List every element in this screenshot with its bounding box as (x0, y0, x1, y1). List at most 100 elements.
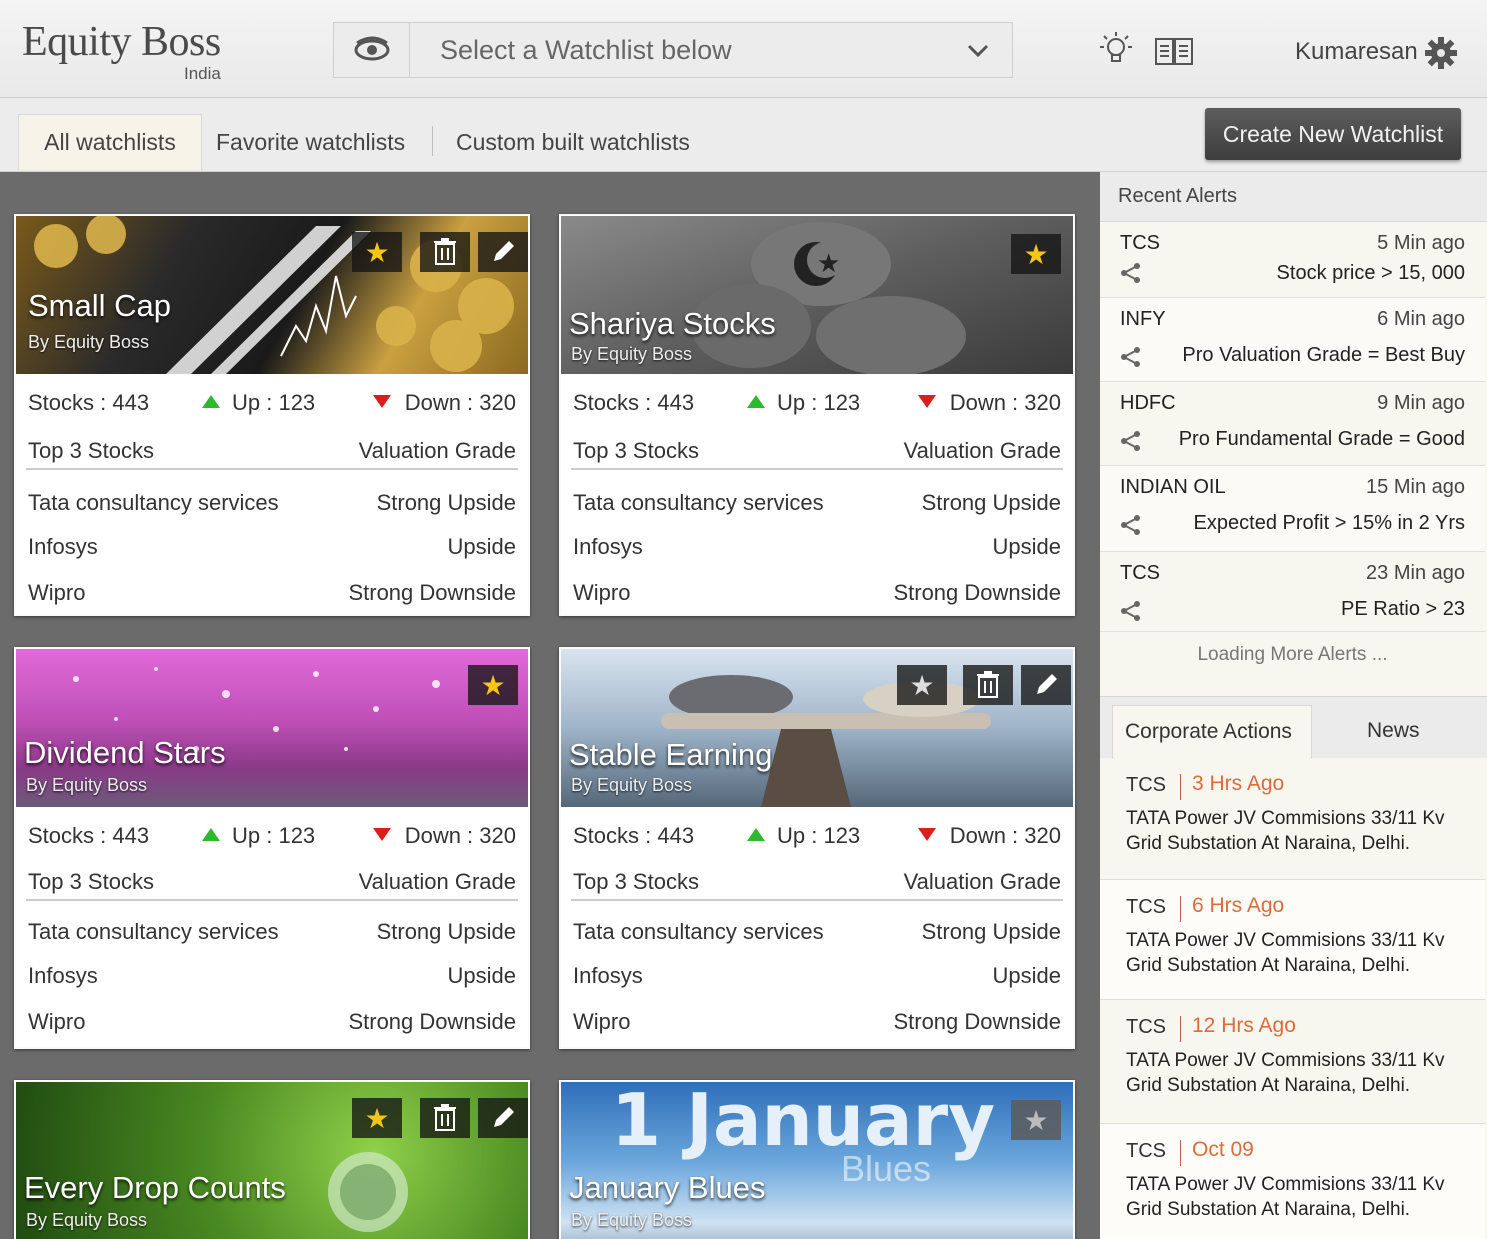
watchlist-card-small-cap[interactable]: Small Cap By Equity Boss ★ Stocks : 443 … (14, 214, 530, 616)
card-stats: Stocks : 443 Up : 123 Down : 320 (28, 823, 516, 849)
card-banner: Dividend Stars By Equity Boss ★ (16, 649, 528, 807)
divider (1180, 1140, 1181, 1166)
news-item[interactable]: TCS Oct 09 TATA Power JV Commisions 33/1… (1100, 1124, 1485, 1239)
table-row[interactable]: Wipro Strong Downside (28, 1009, 516, 1035)
down-count: Down : 320 (917, 390, 1061, 416)
tab-all-watchlists[interactable]: All watchlists (18, 114, 202, 170)
tab-corporate-actions[interactable]: Corporate Actions (1112, 705, 1312, 759)
star-icon[interactable]: ★ (897, 665, 947, 705)
app-logo[interactable]: Equity Boss (22, 18, 221, 66)
card-table-header: Top 3 Stocks Valuation Grade (28, 869, 516, 894)
share-icon[interactable] (1120, 430, 1142, 457)
pencil-icon[interactable] (478, 232, 528, 272)
tab-divider (432, 126, 433, 156)
banner-sub-text: Blues (841, 1148, 932, 1189)
down-count: Down : 320 (917, 823, 1061, 849)
trash-icon[interactable] (420, 232, 470, 272)
table-row[interactable]: Infosys Upside (573, 534, 1061, 560)
table-row[interactable]: Tata consultancy services Strong Upside (573, 919, 1061, 945)
star-icon[interactable]: ★ (1011, 234, 1061, 274)
chevron-down-icon[interactable] (966, 35, 990, 70)
table-row[interactable]: Infosys Upside (28, 963, 516, 989)
up-count: Up : 123 (202, 390, 315, 416)
pencil-icon[interactable] (1021, 665, 1071, 705)
watchlist-card-january-blues[interactable]: 1 January Blues January Blues By Equity … (559, 1080, 1075, 1239)
table-row[interactable]: Infosys Upside (28, 534, 516, 560)
news-item[interactable]: TCS 6 Hrs Ago TATA Power JV Commisions 3… (1100, 880, 1485, 1000)
card-banner: Small Cap By Equity Boss ★ (16, 216, 528, 374)
trash-icon[interactable] (420, 1098, 470, 1138)
star-icon[interactable]: ★ (468, 665, 518, 705)
card-author: By Equity Boss (571, 1210, 693, 1230)
user-name[interactable]: Kumaresan (1295, 38, 1418, 66)
stock-count: Stocks : 443 (28, 823, 150, 848)
table-row[interactable]: Wipro Strong Downside (28, 580, 516, 606)
table-row[interactable]: Tata consultancy services Strong Upside (28, 919, 516, 945)
table-row[interactable]: Wipro Strong Downside (573, 1009, 1061, 1035)
down-arrow-icon (372, 828, 391, 841)
divider (571, 468, 1063, 470)
star-icon[interactable]: ★ (352, 232, 402, 272)
table-row[interactable]: Wipro Strong Downside (573, 580, 1061, 606)
tab-custom-watchlists[interactable]: Custom built watchlists (456, 114, 690, 170)
create-watchlist-button[interactable]: Create New Watchlist (1205, 108, 1461, 160)
tab-news[interactable]: News (1367, 719, 1420, 743)
alerts-sidebar: Recent Alerts TCS 5 Min ago Stock price … (1100, 172, 1487, 1239)
share-icon[interactable] (1120, 600, 1142, 627)
share-icon[interactable] (1120, 514, 1142, 541)
book-icon[interactable] (1153, 36, 1195, 73)
card-table-header: Top 3 Stocks Valuation Grade (573, 438, 1061, 463)
watchlist-select-value: Select a Watchlist below (440, 35, 732, 65)
lightbulb-icon[interactable] (1094, 30, 1138, 75)
eye-icon[interactable] (334, 23, 410, 77)
card-author: By Equity Boss (571, 344, 693, 364)
watchlist-select[interactable]: Select a Watchlist below (333, 22, 1013, 78)
card-title: January Blues (569, 1170, 766, 1205)
loading-more-alerts[interactable]: Loading More Alerts ... (1100, 644, 1485, 666)
gear-icon[interactable] (1424, 36, 1458, 75)
table-row[interactable]: Tata consultancy services Strong Upside (28, 490, 516, 516)
watchlist-tabbar: All watchlists Favorite watchlists Custo… (0, 98, 1487, 172)
up-arrow-icon (747, 395, 765, 408)
trash-icon[interactable] (963, 665, 1013, 705)
divider (1180, 1016, 1181, 1042)
card-table-header: Top 3 Stocks Valuation Grade (28, 438, 516, 463)
watchlist-card-every-drop-counts[interactable]: Every Drop Counts By Equity Boss ★ (14, 1080, 530, 1239)
card-title: Shariya Stocks (569, 306, 776, 341)
card-stats: Stocks : 443 Up : 123 Down : 320 (573, 823, 1061, 849)
up-arrow-icon (202, 828, 220, 841)
card-banner: Stable Earning By Equity Boss ★ (561, 649, 1073, 807)
card-stats: Stocks : 443 Up : 123 Down : 320 (28, 390, 516, 416)
down-count: Down : 320 (372, 823, 516, 849)
alert-item[interactable]: TCS 23 Min ago PE Ratio > 23 (1100, 552, 1485, 632)
card-banner: 1 January Blues January Blues By Equity … (561, 1082, 1073, 1239)
recent-alerts-header: Recent Alerts (1100, 172, 1487, 222)
up-count: Up : 123 (747, 823, 860, 849)
alert-item[interactable]: HDFC 9 Min ago Pro Fundamental Grade = G… (1100, 382, 1485, 466)
stock-count: Stocks : 443 (573, 390, 695, 415)
news-item[interactable]: TCS 3 Hrs Ago TATA Power JV Commisions 3… (1100, 758, 1485, 880)
watchlist-card-stable-earning[interactable]: Stable Earning By Equity Boss ★ Stocks :… (559, 647, 1075, 1049)
alert-item[interactable]: INDIAN OIL 15 Min ago Expected Profit > … (1100, 466, 1485, 552)
alert-item[interactable]: INFY 6 Min ago Pro Valuation Grade = Bes… (1100, 298, 1485, 382)
up-arrow-icon (202, 395, 220, 408)
banner-date-text: 1 January (611, 1082, 996, 1162)
card-title: Every Drop Counts (24, 1170, 286, 1205)
pencil-icon[interactable] (478, 1098, 528, 1138)
star-icon[interactable]: ★ (352, 1098, 402, 1138)
stock-count: Stocks : 443 (573, 823, 695, 848)
news-item[interactable]: TCS 12 Hrs Ago TATA Power JV Commisions … (1100, 1000, 1485, 1124)
watchlist-card-dividend-stars[interactable]: Dividend Stars By Equity Boss ★ Stocks :… (14, 647, 530, 1049)
table-row[interactable]: Infosys Upside (573, 963, 1061, 989)
alert-item[interactable]: TCS 5 Min ago Stock price > 15, 000 (1100, 222, 1485, 298)
share-icon[interactable] (1120, 346, 1142, 373)
card-table-header: Top 3 Stocks Valuation Grade (573, 869, 1061, 894)
share-icon[interactable] (1120, 262, 1142, 289)
card-title: Stable Earning (569, 737, 773, 772)
divider (26, 468, 518, 470)
card-title: Small Cap (28, 288, 171, 323)
table-row[interactable]: Tata consultancy services Strong Upside (573, 490, 1061, 516)
watchlist-card-shariya-stocks[interactable]: ★ Shariya Stocks By Equity Boss ★ Stocks… (559, 214, 1075, 616)
tab-favorite-watchlists[interactable]: Favorite watchlists (216, 114, 405, 170)
star-icon[interactable]: ★ (1011, 1100, 1061, 1140)
